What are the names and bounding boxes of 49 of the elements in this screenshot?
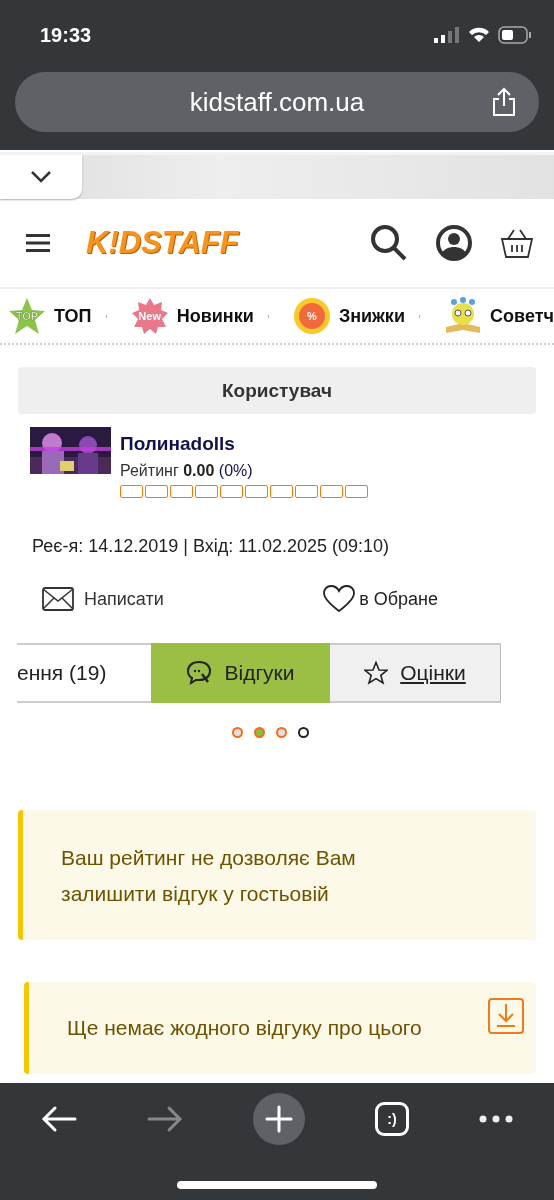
notice-text: Ще немає жодного відгуку про цього bbox=[67, 1015, 423, 1041]
wifi-icon bbox=[468, 27, 490, 43]
dates-text: Реє-я: 14.12.2019 | Вхід: 11.02.2025 (09:10) bbox=[32, 536, 390, 557]
address-bar[interactable]: kidstaff.com.ua bbox=[15, 72, 539, 132]
burst-icon bbox=[130, 297, 169, 335]
medal-icon bbox=[292, 297, 331, 335]
plus-icon bbox=[265, 1105, 293, 1133]
url-text: kidstaff.com.ua bbox=[189, 86, 365, 118]
chevron-icon[interactable] bbox=[30, 170, 52, 184]
notice-text: Ваш рейтинг не дозволяє Вам залишити відгук у гостьовій bbox=[61, 845, 357, 907]
carousel-dot[interactable] bbox=[275, 727, 287, 738]
carousel-dot[interactable] bbox=[231, 727, 243, 738]
status-time: 19:33 bbox=[40, 23, 92, 47]
carousel-dot[interactable] bbox=[297, 727, 309, 738]
share-icon[interactable] bbox=[491, 87, 517, 117]
icon-label: % bbox=[307, 310, 317, 322]
nav-link[interactable]: ТОП bbox=[54, 305, 92, 327]
download-icon[interactable] bbox=[488, 998, 524, 1034]
nav-link[interactable]: Знижки bbox=[338, 305, 405, 327]
favorite-link[interactable]: в Обране bbox=[323, 585, 438, 613]
user-name[interactable]: Полинаdolls bbox=[120, 433, 368, 455]
envelope-icon bbox=[42, 587, 74, 611]
user-icon[interactable] bbox=[436, 225, 472, 261]
star-icon bbox=[8, 297, 46, 335]
signal-icon bbox=[434, 27, 460, 43]
rating-text: Рейтинг 0.00 (0%) bbox=[120, 462, 254, 480]
tab[interactable]: Оцінки bbox=[330, 643, 501, 703]
carousel-dot[interactable] bbox=[253, 727, 265, 738]
icon-label: New bbox=[138, 310, 161, 322]
tab[interactable]: Відгуки bbox=[151, 643, 330, 703]
comment-icon bbox=[186, 660, 213, 686]
search-icon[interactable] bbox=[370, 224, 408, 262]
tabs-button[interactable]: :) bbox=[375, 1102, 409, 1136]
new-tab-button[interactable] bbox=[253, 1093, 305, 1145]
message-link[interactable]: Написати bbox=[42, 585, 164, 613]
battery-icon bbox=[498, 26, 532, 44]
nav-link[interactable]: Советч bbox=[490, 305, 554, 327]
icon-label: TOP bbox=[15, 310, 39, 322]
forward-icon[interactable] bbox=[147, 1105, 183, 1133]
book-icon bbox=[444, 297, 483, 335]
heart-icon bbox=[323, 585, 356, 613]
back-icon[interactable] bbox=[41, 1105, 77, 1133]
tab[interactable]: ення (19) bbox=[17, 643, 151, 703]
nav-link[interactable]: Новинки bbox=[176, 305, 254, 327]
menu-icon[interactable] bbox=[26, 233, 50, 253]
more-icon[interactable] bbox=[479, 1115, 513, 1123]
basket-icon[interactable] bbox=[500, 227, 534, 259]
star-icon bbox=[364, 661, 389, 685]
section-heading: Користувач bbox=[18, 367, 536, 414]
